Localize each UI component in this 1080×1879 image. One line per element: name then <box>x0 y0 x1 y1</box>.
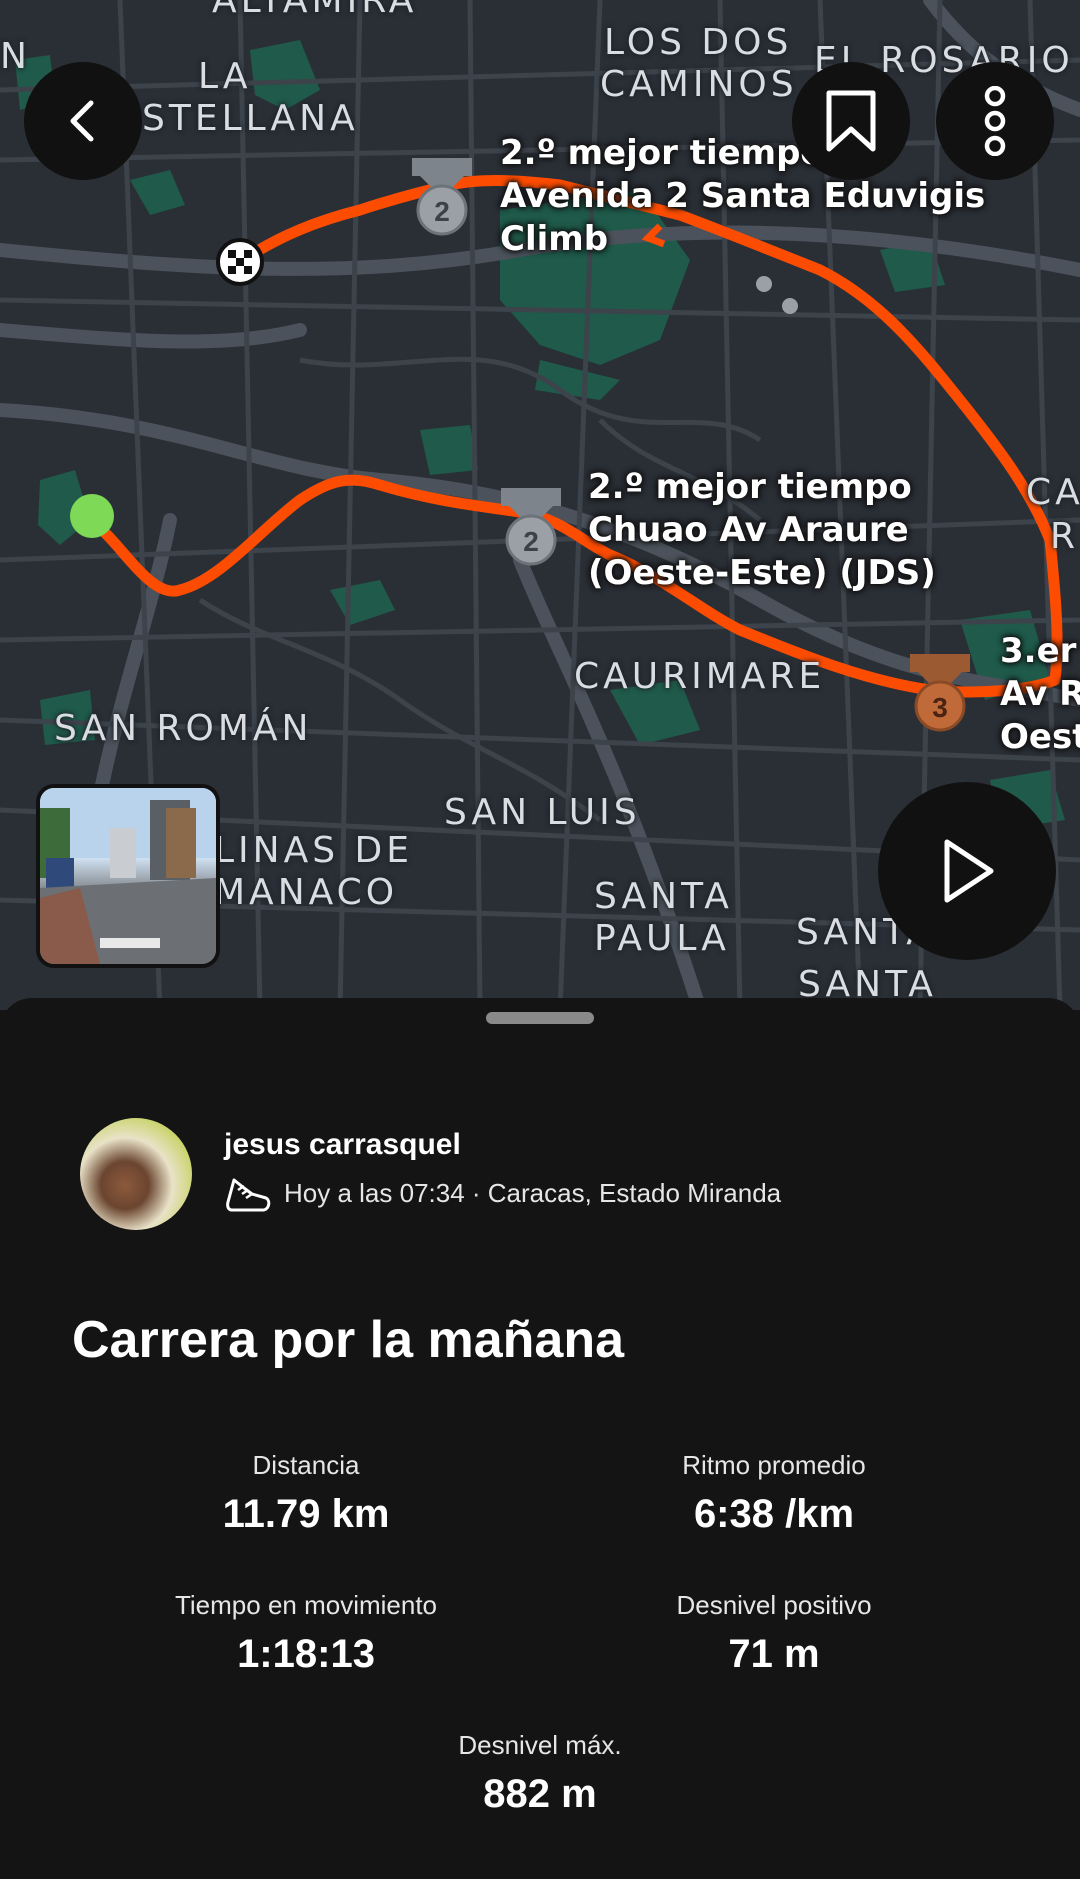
place-label: ALTAMIRA <box>212 0 418 21</box>
sheet-handle[interactable] <box>486 1012 594 1024</box>
finish-flag-icon[interactable] <box>216 238 264 286</box>
segment-dot <box>782 298 798 314</box>
segment-label[interactable]: 2.º mejor tiempo Chuao Av Araure (Oeste-… <box>588 466 936 595</box>
segment-label[interactable]: 2.º mejor tiempo Avenida 2 Santa Eduvigi… <box>500 132 985 261</box>
avatar[interactable] <box>80 1118 192 1230</box>
stat-moving-time: Tiempo en movimiento 1:18:13 <box>174 1590 438 1676</box>
place-label: LINAS DE <box>214 830 413 871</box>
start-marker[interactable] <box>70 494 114 538</box>
svg-text:2: 2 <box>434 196 450 227</box>
svg-text:3: 3 <box>932 692 948 723</box>
segment-dot <box>756 276 772 292</box>
activity-meta: Hoy a las 07:34 · Caracas, Estado Mirand… <box>224 1172 781 1214</box>
silver-medal-icon[interactable]: 2 <box>412 158 472 236</box>
bookmark-icon <box>826 90 876 152</box>
place-label: SAN ROMÁN <box>54 708 313 749</box>
place-label: SAN LUIS <box>444 792 641 833</box>
stat-elevation-gain: Desnivel positivo 71 m <box>676 1590 872 1676</box>
more-options-button[interactable] <box>936 62 1054 180</box>
place-label: STELLANA <box>142 98 359 139</box>
place-label: CAURIMARE <box>574 656 826 697</box>
segment-label[interactable]: 3.er m Av Ri Oest <box>1000 630 1080 759</box>
route-map[interactable]: 2 2 3 ALTAMIRA LA STELLANA LOS DOS CAMIN… <box>0 0 1080 1010</box>
running-shoe-icon <box>226 1178 271 1212</box>
silver-medal-icon[interactable]: 2 <box>501 488 561 566</box>
chevron-left-icon <box>70 100 94 142</box>
place-label: CAMINOS <box>600 64 798 105</box>
stat-pace: Ritmo promedio 6:38 /km <box>682 1450 866 1536</box>
more-vertical-icon <box>984 86 1006 156</box>
play-icon <box>944 839 994 903</box>
place-label: LA <box>198 56 252 97</box>
activity-title: Carrera por la mañana <box>72 1311 625 1369</box>
place-label: SANTA <box>594 876 733 917</box>
place-label: LOS DOS <box>604 22 793 63</box>
bookmark-button[interactable] <box>792 62 910 180</box>
activity-details-sheet[interactable]: jesus carrasquel Hoy a las 07:34 · Carac… <box>0 998 1080 1879</box>
place-label: CA <box>1026 472 1080 513</box>
back-button[interactable] <box>24 62 142 180</box>
svg-text:2: 2 <box>523 526 539 557</box>
athlete-name[interactable]: jesus carrasquel <box>224 1128 461 1162</box>
play-flyover-button[interactable] <box>878 782 1056 960</box>
place-label: N <box>0 36 31 77</box>
stat-distance: Distancia 11.79 km <box>222 1450 390 1536</box>
bronze-medal-icon[interactable]: 3 <box>910 654 970 732</box>
activity-photo-thumbnail[interactable] <box>36 784 220 968</box>
place-label: PAULA <box>594 918 730 959</box>
place-label: MANACO <box>214 872 399 913</box>
stat-max-elevation: Desnivel máx. 882 m <box>458 1730 622 1816</box>
activity-time-location: Hoy a las 07:34 · Caracas, Estado Mirand… <box>284 1177 782 1208</box>
place-label: R <box>1050 516 1080 557</box>
street-photo <box>40 788 216 964</box>
